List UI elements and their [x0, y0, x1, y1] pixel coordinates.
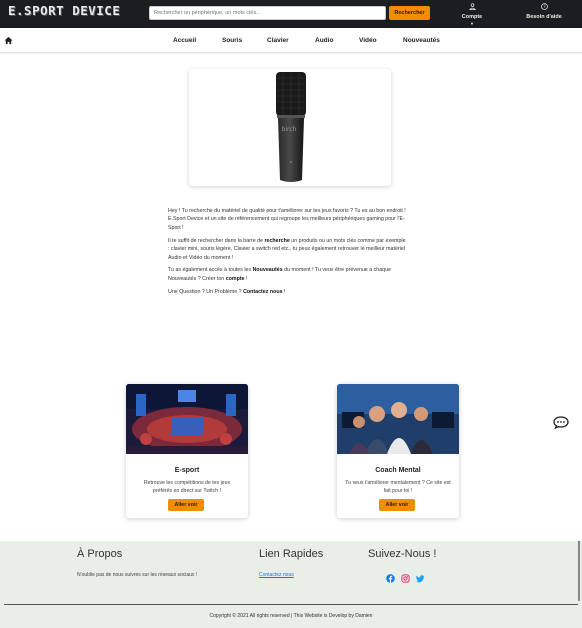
- intro-paragraph-1: Hey ! Tu recherche du matériel de qualit…: [168, 208, 406, 231]
- search-button[interactable]: Rechercher: [389, 6, 430, 20]
- quick-links-heading: Lien Rapides: [259, 548, 324, 560]
- help-circle-icon: ?: [522, 3, 566, 13]
- coach-go-button[interactable]: Aller voir: [379, 499, 415, 511]
- intro-text-span: Tu as également accès à toutes les: [168, 267, 253, 274]
- intro-paragraph-3: Tu as également accès à toutes les Nouve…: [168, 266, 408, 283]
- esport-go-button[interactable]: Aller voir: [168, 499, 204, 511]
- help-label: Besoin d'aide: [526, 14, 562, 20]
- about-heading: À Propos: [77, 548, 123, 560]
- coach-mental-card: Coach Mental Tu veux t'améliorer mentale…: [337, 384, 459, 518]
- home-icon[interactable]: [4, 36, 13, 45]
- search-keyword: recherche: [264, 237, 290, 244]
- help-link[interactable]: ? Besoin d'aide: [522, 3, 566, 21]
- esport-card: E-sport Retrouve les compétitions de tes…: [126, 384, 248, 518]
- gamers-image: [337, 384, 459, 454]
- nav-item-souris[interactable]: Souris: [222, 37, 242, 44]
- card-description: Tu veux t'améliorer mentalement ? Ce sit…: [345, 480, 451, 494]
- main-nav: Accueil Souris Clavier Audio Vidéo Nouve…: [0, 28, 582, 53]
- facebook-icon[interactable]: [386, 574, 395, 583]
- nav-item-video[interactable]: Vidéo: [359, 37, 377, 44]
- card-title: Coach Mental: [375, 467, 421, 474]
- scrollbar[interactable]: [578, 541, 580, 601]
- esport-arena-image: [126, 384, 248, 454]
- nav-item-nouveautes[interactable]: Nouveautés: [403, 37, 440, 44]
- contact-link[interactable]: Contactez nous: [243, 289, 282, 295]
- card-description: Retrouve les compétitions de tes jeux pr…: [143, 480, 231, 494]
- about-text: N'oublie pas de nous suivres sur les rés…: [77, 572, 198, 578]
- intro-paragraph-4: Une Question ? Un Problème ? Contactez n…: [168, 288, 408, 296]
- compte-keyword: compte: [225, 275, 245, 282]
- nav-item-clavier[interactable]: Clavier: [267, 37, 289, 44]
- intro-text-span: !: [282, 288, 286, 295]
- instagram-icon[interactable]: [401, 574, 410, 583]
- svg-text:?: ?: [543, 4, 545, 9]
- account-label: Compte: [461, 14, 483, 20]
- search-input[interactable]: [149, 6, 386, 20]
- site-logo[interactable]: E.SPORT DEVICE: [8, 3, 120, 18]
- chat-icon[interactable]: [553, 416, 569, 429]
- intro-text: Hey ! Tu recherche du matériel de qualit…: [168, 207, 408, 301]
- svg-text:birch: birch: [282, 126, 297, 133]
- intro-text-span: !: [244, 275, 248, 282]
- card-title: E-sport: [174, 467, 200, 474]
- chevron-down-icon: ▼: [470, 21, 474, 26]
- copyright-text: Copyright © 2021 All rights reserved | T…: [209, 613, 373, 619]
- twitter-icon[interactable]: [416, 574, 425, 583]
- nav-item-accueil[interactable]: Accueil: [173, 37, 196, 44]
- contact-us-link[interactable]: Contactez nous: [259, 572, 294, 578]
- intro-text-span: Une Question ? Un Problème ?: [168, 288, 244, 295]
- user-icon: [456, 3, 488, 13]
- account-menu[interactable]: Compte ▼: [456, 3, 488, 26]
- footer-divider: [4, 604, 578, 605]
- top-bar: E.SPORT DEVICE Rechercher Compte ▼ ? Bes…: [0, 0, 582, 28]
- microphone-image: birch: [276, 72, 306, 182]
- intro-text-span: Il te suffit de rechercher dans la barre…: [168, 237, 265, 244]
- intro-paragraph-2: Il te suffit de rechercher dans la barre…: [168, 237, 408, 262]
- follow-us-heading: Suivez-Nous !: [368, 548, 437, 560]
- nouveautes-keyword: Nouveautés: [252, 267, 283, 274]
- nav-item-audio[interactable]: Audio: [315, 37, 333, 44]
